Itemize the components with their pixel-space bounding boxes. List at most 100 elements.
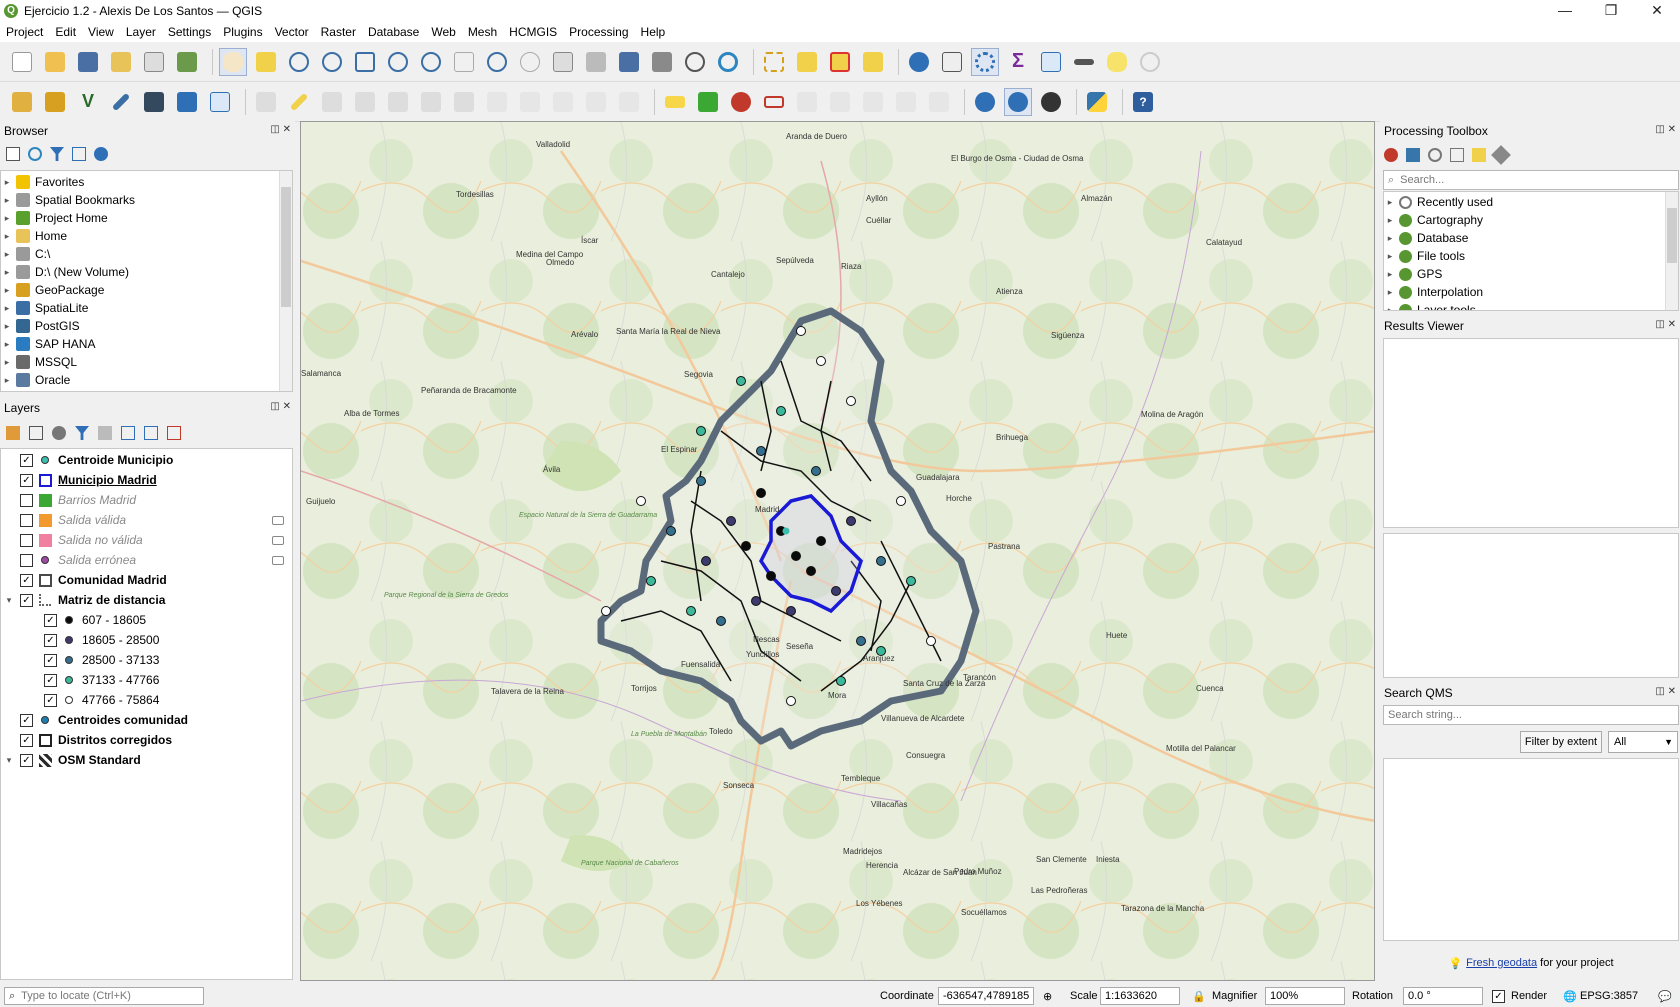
select-location-button[interactable] — [859, 48, 887, 76]
qms-search-input[interactable]: Search string... — [1383, 705, 1679, 725]
layer-visibility-checkbox[interactable]: ✓ — [44, 613, 57, 627]
map-tips-button[interactable] — [1103, 48, 1131, 76]
browser-item[interactable]: ▸ D:\ (New Volume) — [1, 263, 292, 281]
processing-item[interactable]: ▸ File tools — [1384, 247, 1678, 265]
layer-row[interactable]: Salida errónea — [1, 550, 292, 570]
distance-matrix-point[interactable] — [686, 606, 696, 616]
add-wms-button[interactable] — [140, 88, 168, 116]
browser-scrollbar[interactable] — [279, 171, 292, 391]
expand-arrow-icon[interactable]: ▸ — [1, 177, 13, 188]
help-button[interactable]: ? — [1129, 88, 1157, 116]
panel-close-icon[interactable]: ◫ ✕ — [1655, 319, 1676, 330]
diagram-button[interactable] — [694, 88, 722, 116]
menu-layer[interactable]: Layer — [120, 25, 162, 39]
layer-row[interactable]: ✓ Comunidad Madrid — [1, 570, 292, 590]
browser-item[interactable]: ▸ PostGIS — [1, 317, 292, 335]
processing-item[interactable]: ▸ Layer tools — [1384, 301, 1678, 310]
temporary-layer-icon[interactable] — [272, 515, 284, 525]
quickmapservices-button[interactable] — [971, 88, 999, 116]
expand-arrow-icon[interactable]: ▸ — [1384, 233, 1396, 244]
deselect-button[interactable] — [826, 48, 854, 76]
crs-toggle-icon[interactable]: ⊕ — [1043, 990, 1052, 1003]
distance-matrix-point[interactable] — [876, 556, 886, 566]
copy-button[interactable] — [516, 88, 544, 116]
expand-arrow-icon[interactable]: ▸ — [1, 375, 13, 386]
new-geopackage-button[interactable] — [41, 88, 69, 116]
browser-item[interactable]: ▸ Spatial Bookmarks — [1, 191, 292, 209]
distance-matrix-point[interactable] — [816, 356, 826, 366]
distance-matrix-point[interactable] — [776, 406, 786, 416]
processing-scrollbar[interactable] — [1665, 192, 1678, 310]
layer-visibility-checkbox[interactable]: ✓ — [20, 453, 33, 467]
expand-arrow-icon[interactable]: ▸ — [1, 231, 13, 242]
pan-to-selection-button[interactable] — [252, 48, 280, 76]
cut-button[interactable] — [483, 88, 511, 116]
distance-matrix-point[interactable] — [751, 596, 761, 606]
zoom-layer-button[interactable] — [417, 48, 445, 76]
distance-matrix-point[interactable] — [836, 676, 846, 686]
expand-arrow-icon[interactable]: ▸ — [1, 321, 13, 332]
scale-combo[interactable]: 1:1633620 — [1100, 987, 1180, 1005]
distance-matrix-point[interactable] — [716, 616, 726, 626]
panel-close-icon[interactable]: ◫ ✕ — [270, 401, 291, 412]
menu-settings[interactable]: Settings — [162, 25, 217, 39]
distance-matrix-point[interactable] — [696, 476, 706, 486]
statistics-button[interactable]: Σ — [1004, 48, 1032, 76]
distance-matrix-point[interactable] — [601, 606, 611, 616]
map-svg[interactable]: Valladolid Aranda de Duero El Burgo de Osm… — [301, 122, 1375, 981]
expand-arrow-icon[interactable]: ▸ — [1, 285, 13, 296]
layer-row[interactable]: ✓ Centroide Municipio — [1, 450, 292, 470]
distance-matrix-point[interactable] — [736, 376, 746, 386]
expand-arrow-icon[interactable]: ▾ — [3, 595, 15, 606]
new-3d-view-button[interactable] — [582, 48, 610, 76]
minimize-button[interactable]: — — [1542, 0, 1588, 22]
layer-row[interactable]: ✓ 18605 - 28500 — [1, 630, 292, 650]
distance-matrix-point[interactable] — [896, 496, 906, 506]
distance-matrix-point[interactable] — [831, 586, 841, 596]
new-map-view-button[interactable] — [549, 48, 577, 76]
menu-processing[interactable]: Processing — [563, 25, 634, 39]
zoom-out-button[interactable] — [318, 48, 346, 76]
menu-hcmgis[interactable]: HCMGIS — [503, 25, 563, 39]
move-label-button[interactable] — [793, 88, 821, 116]
collapse-all-icon[interactable] — [72, 147, 86, 161]
distance-matrix-point[interactable] — [756, 488, 766, 498]
layer-visibility-checkbox[interactable]: ✓ — [44, 653, 57, 667]
panel-close-icon[interactable]: ◫ ✕ — [1655, 686, 1676, 697]
layer-row[interactable]: ✓ Distritos corregidos — [1, 730, 292, 750]
distance-matrix-point[interactable] — [741, 541, 751, 551]
layer-visibility-checkbox[interactable]: ✓ — [20, 753, 33, 767]
layer-visibility-checkbox[interactable]: ✓ — [20, 733, 33, 747]
map-canvas[interactable]: Valladolid Aranda de Duero El Burgo de Osm… — [300, 121, 1375, 981]
layer-row[interactable]: ✓ Centroides comunidad — [1, 710, 292, 730]
layer-row[interactable]: Salida válida — [1, 510, 292, 530]
settings-disabled-button[interactable] — [1136, 48, 1164, 76]
info-icon[interactable] — [94, 147, 108, 161]
browser-item[interactable]: ▸ GeoPackage — [1, 281, 292, 299]
processing-item[interactable]: ▸ Database — [1384, 229, 1678, 247]
style-manager-button[interactable] — [173, 48, 201, 76]
browser-item[interactable]: ▸ Oracle — [1, 371, 292, 389]
render-checkbox[interactable]: ✓ — [1492, 989, 1505, 1003]
refresh-icon[interactable] — [28, 147, 42, 161]
layer-visibility-checkbox[interactable] — [20, 513, 33, 527]
distance-matrix-point[interactable] — [666, 526, 676, 536]
add-feature-button[interactable] — [351, 88, 379, 116]
layer-visibility-checkbox[interactable] — [20, 533, 33, 547]
add-group-icon[interactable] — [29, 426, 43, 440]
filter-expression-icon[interactable] — [98, 426, 112, 440]
zoom-native-button[interactable] — [450, 48, 478, 76]
openlayers-button[interactable] — [1037, 88, 1065, 116]
zoom-selection-button[interactable] — [384, 48, 412, 76]
restore-button[interactable]: ❐ — [1588, 0, 1634, 22]
layer-visibility-checkbox[interactable]: ✓ — [20, 713, 33, 727]
menu-vector[interactable]: Vector — [269, 25, 315, 39]
menu-raster[interactable]: Raster — [315, 25, 362, 39]
layer-row[interactable]: ✓ 47766 - 75864 — [1, 690, 292, 710]
add-vector-button[interactable]: V — [74, 88, 102, 116]
zoom-full-button[interactable] — [351, 48, 379, 76]
highlight-labels-button[interactable] — [760, 88, 788, 116]
edit-features-icon[interactable] — [1472, 148, 1486, 162]
magnifier-spinbox[interactable]: 100% — [1265, 987, 1345, 1005]
zoom-in-button[interactable] — [285, 48, 313, 76]
